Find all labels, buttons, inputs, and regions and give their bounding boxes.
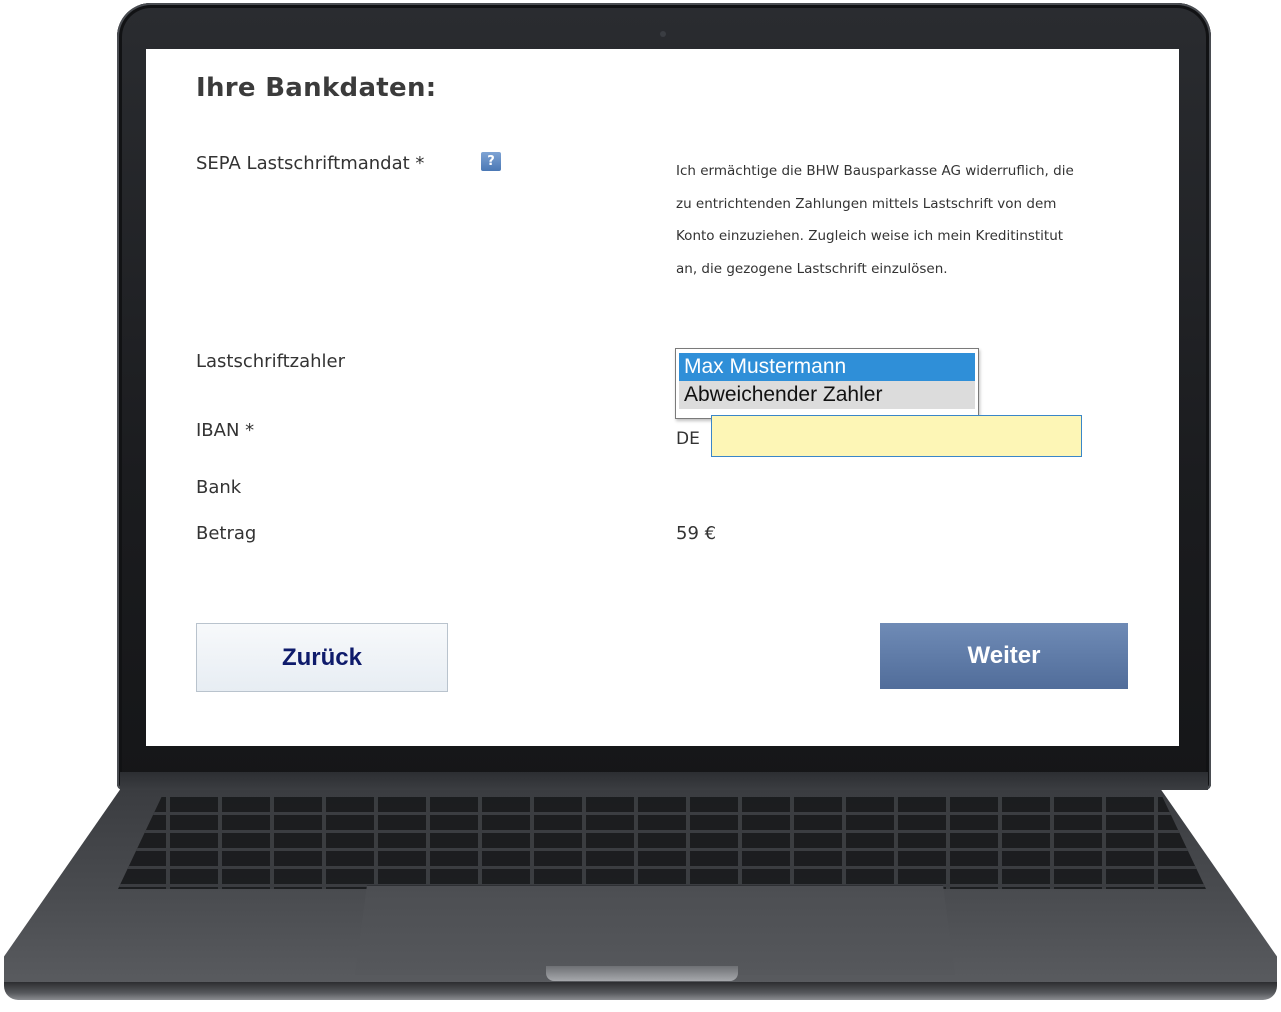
mandate-label: SEPA Lastschriftmandat * (196, 153, 425, 174)
laptop-base-edge (4, 982, 1277, 1000)
iban-label: IBAN * (196, 420, 255, 441)
payer-dropdown[interactable]: Max Mustermann Abweichender Zahler (675, 348, 979, 419)
amount-label: Betrag (196, 523, 257, 544)
payer-option-other[interactable]: Abweichender Zahler (679, 381, 975, 409)
page-title: Ihre Bankdaten: (196, 73, 437, 103)
camera-icon (660, 31, 666, 37)
help-icon[interactable]: ? (481, 152, 501, 171)
laptop-screen: Ihre Bankdaten: SEPA Lastschriftmandat *… (146, 49, 1179, 746)
back-button[interactable]: Zurück (196, 623, 448, 692)
keyboard-rows (118, 797, 1206, 889)
laptop-notch (546, 966, 738, 981)
bank-label: Bank (196, 477, 242, 498)
amount-value: 59 € (676, 523, 717, 544)
lid-hinge (120, 772, 1208, 790)
trackpad (355, 885, 955, 975)
payer-option-max[interactable]: Max Mustermann (679, 353, 975, 381)
iban-input[interactable] (711, 415, 1082, 457)
next-button[interactable]: Weiter (880, 623, 1128, 689)
iban-prefix: DE (676, 429, 700, 449)
payer-label: Lastschriftzahler (196, 351, 346, 372)
mandate-text: Ich ermächtige die BHW Bausparkasse AG w… (676, 163, 1074, 277)
